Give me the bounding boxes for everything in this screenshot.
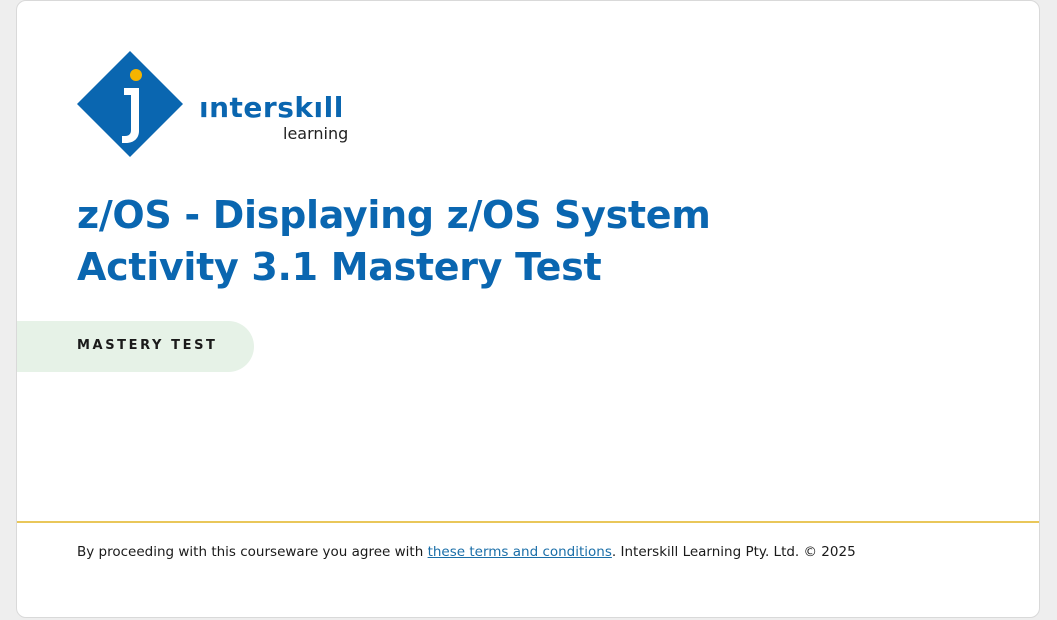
landing-card: ınterskıll learning z/OS - Displaying z/…	[16, 0, 1040, 618]
terms-link[interactable]: these terms and conditions	[428, 544, 612, 560]
course-title-line-2: Activity 3.1 Mastery Test	[77, 245, 602, 289]
logo-sub-text: learning	[283, 124, 349, 143]
mastery-test-badge-label: MASTERY TEST	[77, 338, 218, 353]
footer-divider	[17, 521, 1039, 523]
footer-prefix: By proceeding with this courseware you a…	[77, 544, 428, 560]
mastery-test-badge: MASTERY TEST	[17, 321, 254, 372]
interskill-diamond-icon	[77, 51, 183, 157]
logo-brand-text: ınterskıll	[199, 91, 344, 124]
footer-suffix: . Interskill Learning Pty. Ltd. © 2025	[611, 544, 856, 560]
footer-text: By proceeding with this courseware you a…	[77, 544, 856, 560]
course-title: z/OS - Displaying z/OS System Activity 3…	[77, 189, 777, 293]
course-title-line-1: z/OS - Displaying z/OS System	[77, 193, 711, 237]
logo-wordmark: ınterskıll learning	[199, 93, 369, 153]
interskill-logo: ınterskıll learning	[77, 51, 377, 161]
